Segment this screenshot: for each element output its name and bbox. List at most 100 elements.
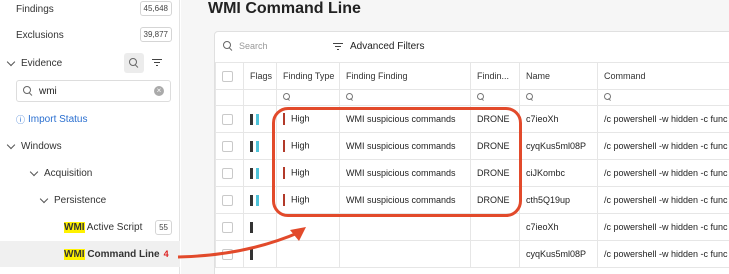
finding-type-cell: High [276,186,340,214]
command-cell: /c powershell -w hidden -c func [597,213,729,241]
finding-type-cell: High [276,132,340,160]
column-filter-finding-type[interactable] [276,89,340,106]
flag-marker [256,113,259,125]
filter-icon [333,42,343,51]
clear-icon[interactable]: × [154,86,164,96]
tree-item-label: WMI Active Script [64,221,143,233]
sidebar-item-exclusions[interactable]: Exclusions 39,877 [0,22,180,48]
search-value: wmi [39,85,57,97]
column-header-flags[interactable]: Flags [243,62,277,90]
search-icon [346,92,354,101]
source-cell [470,240,520,268]
table-row[interactable]: High WMI suspicious commands DRONE ciJKombc… [215,159,729,187]
search-icon [526,92,534,101]
tree-item-acquisition[interactable]: Acquisition [0,160,180,186]
finding-type-cell [276,240,340,268]
column-filter-command[interactable] [597,89,729,106]
table-row[interactable]: cyqKus5ml08P/c powershell -w hidden -c f… [215,240,729,268]
table-search-input[interactable]: Search [223,41,268,51]
sidebar-item-label: Evidence [21,57,63,69]
row-checkbox[interactable] [215,132,244,160]
sidebar: Findings 45,648 Exclusions 39,877 Eviden… [0,0,180,274]
command-cell: /c powershell -w hidden -c func [597,186,729,214]
flag-marker [256,194,259,206]
tree-item-wmi-active-script[interactable]: WMI Active Script 55 [0,214,180,240]
column-header-source[interactable]: Findin... [470,62,520,90]
name-cell: ciJKombc [519,159,598,187]
name-cell: c7ieoXh [519,105,598,133]
column-header-finding[interactable]: Finding Finding [339,62,471,90]
filter-cell [243,89,277,106]
main-content: WMI Command Line Search Advanced Filters [181,0,729,274]
flags-cell [243,213,277,241]
tree-item-windows[interactable]: Windows [0,133,180,159]
column-header-name[interactable]: Name [519,62,598,90]
row-checkbox[interactable] [215,213,244,241]
finding-cell [339,240,471,268]
filter-icon [151,59,162,67]
search-button[interactable] [124,53,144,73]
chevron-down-icon [6,57,16,66]
advanced-filters-button[interactable]: Advanced Filters [333,41,424,52]
column-filter-name[interactable] [519,89,598,106]
count-badge: 4 [163,249,169,259]
flag-marker [250,167,253,179]
name-cell: cyqKus5ml08P [519,132,598,160]
flag-marker [250,248,253,260]
command-cell: /c powershell -w hidden -c func [597,159,729,187]
select-all-checkbox[interactable] [215,62,244,90]
table-header-row: Flags Finding Type Finding Finding Findi… [215,62,729,90]
tree-item-label: Windows [21,140,62,152]
source-cell: DRONE [470,132,520,160]
severity-indicator [283,113,285,125]
row-checkbox[interactable] [215,159,244,187]
column-filter-row [215,89,729,106]
findings-count-badge: 45,648 [139,1,172,16]
finding-cell: WMI suspicious commands [339,132,471,160]
search-icon [604,92,612,101]
column-header-finding-type[interactable]: Finding Type [276,62,340,90]
import-status-label: Import Status [28,113,88,125]
findings-table: Flags Finding Type Finding Finding Findi… [215,62,729,268]
row-checkbox[interactable] [215,105,244,133]
table-row[interactable]: High WMI suspicious commands DRONE cth5Q19u… [215,186,729,214]
findings-table-panel: Search Advanced Filters Flags Finding Ty… [214,31,729,274]
flag-marker [250,221,253,233]
severity-indicator [283,194,285,206]
column-header-command[interactable]: Command [597,62,729,90]
chevron-down-icon [39,194,49,203]
sidebar-item-label: Findings [16,3,54,15]
table-row[interactable]: High WMI suspicious commands DRONE cyqKus5m… [215,132,729,160]
search-icon [129,58,139,68]
table-row[interactable]: High WMI suspicious commands DRONE c7ieoXh /… [215,105,729,133]
flags-cell [243,132,277,160]
flag-marker [250,140,253,152]
tree-item-wmi-command-line[interactable]: WMI Command Line 4 [0,241,180,267]
column-filter-finding[interactable] [339,89,471,106]
evidence-search-input[interactable]: wmi × [16,80,171,102]
row-checkbox[interactable] [215,186,244,214]
source-cell: DRONE [470,159,520,187]
exclusions-count-badge: 39,877 [139,27,172,42]
tree-item-persistence[interactable]: Persistence [0,187,180,213]
search-icon [23,86,33,96]
page-title: WMI Command Line [208,0,361,17]
flag-marker [256,167,259,179]
table-row[interactable]: c7ieoXh/c powershell -w hidden -c func [215,213,729,241]
filter-cell [215,89,244,106]
tree-item-label: Acquisition [44,167,93,179]
flag-marker [250,113,253,125]
column-filter-source[interactable] [470,89,520,106]
command-cell: /c powershell -w hidden -c func [597,132,729,160]
name-cell: cth5Q19up [519,186,598,214]
filter-button[interactable] [150,53,170,73]
finding-cell: WMI suspicious commands [339,186,471,214]
import-status-link[interactable]: ⓘ Import Status [0,106,180,132]
count-badge: 55 [155,220,172,235]
row-checkbox[interactable] [215,240,244,268]
tree-item-label: WMI Command Line [64,248,160,260]
severity-indicator [283,167,285,179]
flags-cell [243,105,277,133]
finding-cell [339,213,471,241]
sidebar-item-findings[interactable]: Findings 45,648 [0,0,180,22]
